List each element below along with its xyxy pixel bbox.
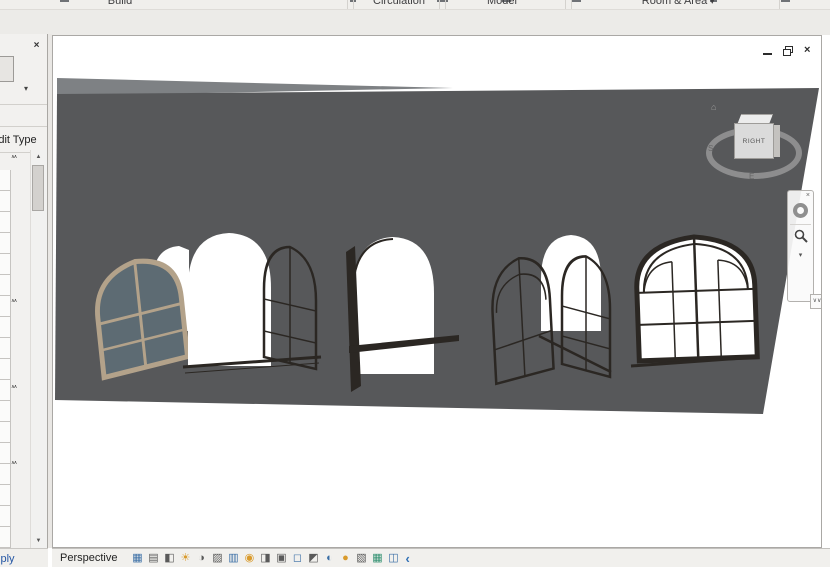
palette-divider [0, 126, 47, 127]
lighting-icon[interactable]: ◉ [241, 550, 257, 566]
temporary-hide-isolate-icon[interactable]: ◐ [321, 550, 337, 566]
home-icon[interactable]: ⌂ [711, 102, 716, 112]
ribbon-panel-separator [445, 0, 446, 9]
ribbon-panel-room-area-label: Room & Area [641, 0, 708, 7]
edit-type-button[interactable]: Edit Type [0, 131, 47, 149]
palette-scrollbar[interactable]: ▲ ▼ [30, 150, 47, 548]
palette-divider [0, 104, 47, 105]
properties-palette: × ▾ Edit Type ∧∧ ∧∧ ∧∧ ∧∧ ▲ ▼ [0, 34, 48, 548]
photographic-exposure-icon[interactable]: ◨ [257, 550, 273, 566]
ribbon-panel-build[interactable]: Build [88, 0, 152, 7]
show-analytical-model-icon[interactable]: ▦ [369, 550, 385, 566]
ribbon-panel-separator [347, 0, 348, 9]
zoom-icon[interactable] [794, 229, 808, 248]
window-opening-2[interactable] [188, 233, 271, 366]
ribbon-icon-fragment [781, 0, 790, 2]
restore-front-shape [783, 49, 791, 56]
close-icon[interactable]: × [29, 39, 44, 53]
navigation-bar-collapse-icon[interactable]: ∨∨ [810, 294, 821, 309]
close-icon[interactable]: × [804, 44, 810, 56]
opening-shape [188, 233, 271, 366]
type-selector-dropdown-icon[interactable]: ▾ [24, 84, 28, 93]
unlocked-3d-view-icon[interactable]: ◩ [305, 550, 321, 566]
3d-scene[interactable] [53, 36, 822, 548]
compass-east-label[interactable]: E [749, 172, 754, 181]
expand-icon[interactable]: ‹ [405, 551, 409, 566]
ribbon-panel-model[interactable]: Model [476, 0, 528, 7]
group-collapse-icon[interactable]: ∧∧ [11, 460, 17, 466]
ribbon-lower-band [0, 10, 830, 35]
window-5[interactable] [634, 234, 760, 364]
shadows-icon[interactable]: ◑ [193, 550, 209, 566]
ribbon-panel-circulation[interactable]: Circulation [358, 0, 440, 7]
scroll-up-button[interactable]: ▲ [31, 150, 46, 164]
apply-button[interactable]: Apply [0, 551, 15, 567]
ribbon-icon-fragment [572, 0, 581, 2]
group-collapse-icon[interactable]: ∧∧ [11, 298, 17, 304]
reveal-hidden-elements-icon[interactable]: ● [337, 550, 353, 566]
revit-application-window: Build Circulation Model Room & Area ▾ × ▾… [0, 0, 830, 567]
view-type-label: Perspective [60, 552, 118, 564]
window-opening-3[interactable] [353, 237, 434, 374]
viewcube[interactable]: RIGHT [734, 123, 774, 159]
ribbon-panel-room-area[interactable]: Room & Area ▾ [626, 0, 730, 7]
ribbon-icon-fragment [60, 0, 69, 2]
ribbon-panel-separator [779, 0, 780, 9]
ribbon-panel-separator [565, 0, 566, 9]
navigation-bar: × ▾ [787, 190, 814, 302]
scrollbar-thumb[interactable] [32, 165, 44, 211]
compass-south-label[interactable]: S [708, 144, 713, 153]
viewbar-icons: ▦ ▤ ◧ ☀ ◑ ▨ ▥ ◉ ◨ ▣ ◻ ◩ ◐ ● ▧ ▦ ◫ [129, 550, 401, 566]
view-control-bar: Perspective ▦ ▤ ◧ ☀ ◑ ▨ ▥ ◉ ◨ ▣ ◻ ◩ ◐ ● ▧ ▦ ◫ ‹ [52, 548, 830, 567]
scroll-down-button[interactable]: ▼ [31, 534, 46, 548]
group-collapse-icon[interactable]: ∧∧ [11, 384, 17, 390]
visual-style-icon[interactable]: ◧ [161, 550, 177, 566]
scale-icon[interactable]: ▦ [129, 550, 145, 566]
edit-type-label: Edit Type [0, 134, 37, 146]
group-collapse-icon[interactable]: ∧∧ [11, 154, 17, 160]
chevron-down-icon: ▾ [710, 0, 715, 6]
minimize-icon[interactable] [763, 53, 772, 55]
apply-bar: Apply [0, 548, 48, 567]
zoom-dropdown-icon[interactable]: ▾ [799, 251, 803, 259]
drawing-area[interactable]: × ⌂ S E RIGHT × ▾ ∨∨ [52, 35, 822, 548]
sketchy-lines-icon[interactable]: ▨ [209, 550, 225, 566]
type-preview-thumbnail[interactable] [0, 56, 14, 82]
restore-icon[interactable] [783, 46, 793, 56]
ribbon-panel-separator [571, 0, 572, 9]
sun-path-icon[interactable]: ☀ [177, 550, 193, 566]
navigation-bar-divider [790, 224, 811, 225]
viewcube-side-face[interactable] [774, 125, 780, 157]
detail-level-icon[interactable]: ▤ [145, 550, 161, 566]
temporary-view-properties-icon[interactable]: ▧ [353, 550, 369, 566]
crop-view-icon[interactable]: ▣ [273, 550, 289, 566]
steering-wheel-icon[interactable] [793, 203, 808, 218]
reveal-constraints-icon[interactable]: ◫ [385, 550, 401, 566]
parameter-rows [0, 170, 11, 548]
view-window-controls: × [763, 44, 810, 56]
show-crop-region-icon[interactable]: ◻ [289, 550, 305, 566]
depth-cueing-icon[interactable]: ▥ [225, 550, 241, 566]
ribbon: Build Circulation Model Room & Area ▾ [0, 0, 830, 10]
opening-shape [353, 237, 434, 374]
ribbon-panel-separator [353, 0, 354, 9]
navigation-bar-close-icon[interactable]: × [806, 191, 813, 200]
